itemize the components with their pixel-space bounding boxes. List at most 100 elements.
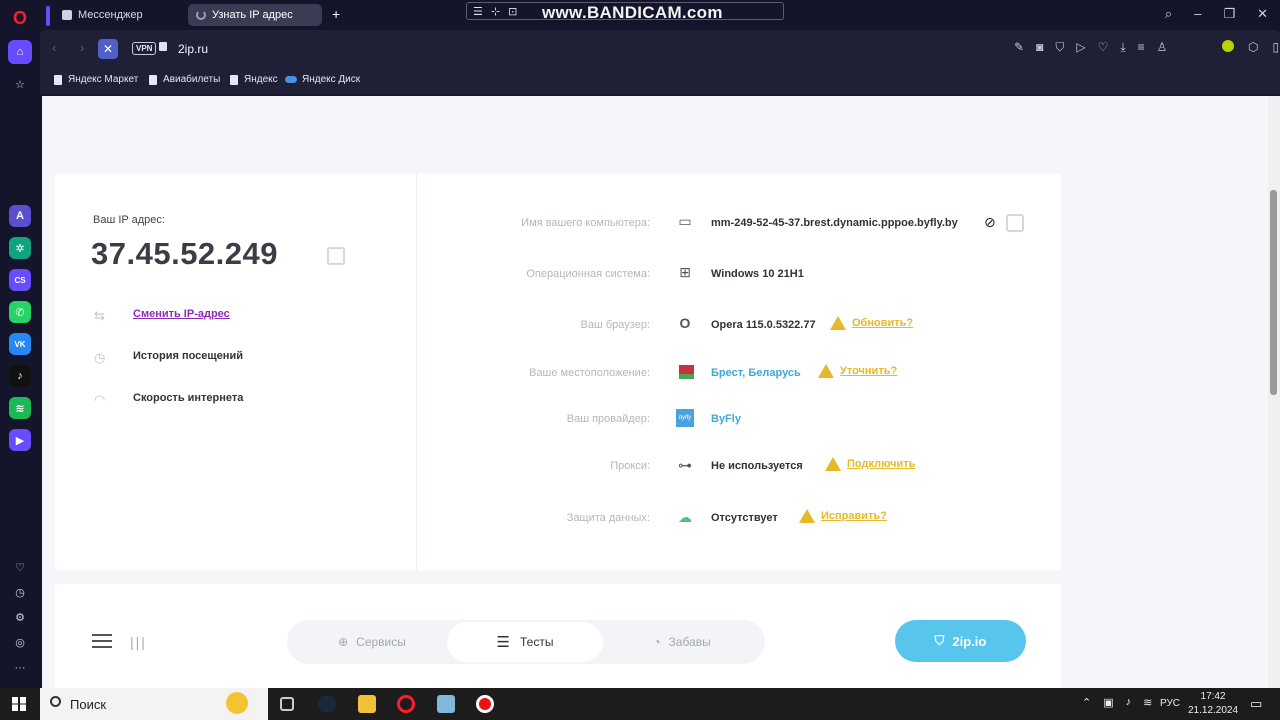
- notepad-icon[interactable]: [437, 695, 455, 713]
- minimize-icon[interactable]: –: [1194, 6, 1201, 22]
- system-tray: ⌃ ▣ ♪ ≋: [1082, 696, 1152, 709]
- hamburger-menu-icon[interactable]: [92, 634, 112, 648]
- tab-tests[interactable]: ☰ Тесты: [447, 622, 603, 662]
- sidebar-toggle-icon[interactable]: ▯: [1272, 40, 1279, 54]
- opera-taskbar-icon[interactable]: [397, 695, 415, 713]
- cube-icon[interactable]: ⬡: [1248, 40, 1258, 54]
- windows-start-icon[interactable]: [12, 697, 26, 711]
- tab-messenger[interactable]: Мессенджер: [54, 4, 182, 26]
- bookmark-item[interactable]: Яндекс: [230, 74, 278, 85]
- opera-icon: O: [679, 315, 691, 331]
- shield-icon[interactable]: ⛉: [1055, 40, 1064, 55]
- bookmark-label: Яндекс Маркет: [68, 74, 139, 85]
- stop-loading-button[interactable]: ✕: [98, 39, 118, 59]
- whatsapp-icon[interactable]: ✆: [9, 301, 31, 323]
- bookmark-item[interactable]: Яндекс Маркет: [54, 74, 138, 85]
- speaker-icon[interactable]: ♪: [1126, 696, 1132, 709]
- opera-logo-icon[interactable]: O: [8, 6, 32, 30]
- settings-icon[interactable]: ⚙: [8, 605, 32, 629]
- profile-icon[interactable]: ♙: [1157, 40, 1168, 55]
- change-ip-link[interactable]: Сменить IP-адрес: [133, 308, 230, 320]
- clock[interactable]: 17:42 21.12.2024: [1188, 690, 1238, 718]
- tiktok-icon[interactable]: ♪: [9, 365, 31, 387]
- extension-icon[interactable]: [1222, 40, 1234, 52]
- device-icon[interactable]: ▣: [1103, 696, 1113, 709]
- lock-icon[interactable]: [159, 42, 167, 51]
- aria-icon[interactable]: A: [9, 205, 31, 227]
- provider-value[interactable]: ByFly: [711, 413, 741, 425]
- download-icon[interactable]: ⤓: [1120, 40, 1125, 55]
- disk-icon: [285, 76, 297, 83]
- tab-ip[interactable]: Узнать IP адрес: [188, 4, 322, 26]
- history-icon[interactable]: ◷: [8, 580, 32, 604]
- scrollbar-thumb[interactable]: [1270, 190, 1277, 395]
- copy-icon[interactable]: [1006, 214, 1024, 232]
- search-tabs-icon[interactable]: ⌕: [1165, 6, 1172, 22]
- menu-icon[interactable]: ≡: [1138, 40, 1145, 55]
- columns-icon[interactable]: |||: [130, 634, 147, 650]
- clock-date: 21.12.2024: [1188, 705, 1239, 716]
- cs-icon[interactable]: CS: [9, 269, 31, 291]
- opera-sidebar: O ⌂ ☆ A ✲ CS ✆ VK ♪ ≋ ▶ ♡ ◷ ⚙ ◎ ···: [0, 0, 40, 688]
- home-icon[interactable]: ⌂: [8, 40, 32, 64]
- url-input[interactable]: 2ip.ru: [178, 42, 208, 56]
- vk-icon[interactable]: VK: [9, 333, 31, 355]
- fix-protection-link[interactable]: Исправить?: [799, 509, 887, 523]
- task-view-icon[interactable]: [280, 697, 294, 711]
- close-icon[interactable]: ✕: [1257, 6, 1268, 22]
- tab-label: Тесты: [520, 635, 554, 649]
- tab-services[interactable]: ⊕ Сервисы: [297, 622, 447, 662]
- web-page: Ваш IP адрес: 37.45.52.249 ⇆ Сменить IP-…: [42, 96, 1268, 688]
- chatgpt-icon[interactable]: ✲: [9, 237, 31, 259]
- heart-icon[interactable]: ♡: [8, 555, 32, 579]
- eye-hidden-icon[interactable]: ⊘: [984, 214, 996, 231]
- ip-info-card: Ваш IP адрес: 37.45.52.249 ⇆ Сменить IP-…: [55, 174, 1061, 570]
- steam-icon[interactable]: [318, 695, 336, 713]
- chevron-up-icon[interactable]: ⌃: [1082, 696, 1091, 709]
- notification-icon[interactable]: ▭: [1250, 696, 1262, 712]
- 2ip-io-button[interactable]: ⛉ 2ip.io: [895, 620, 1026, 662]
- crop-icon: ⊡: [508, 5, 518, 18]
- weather-sun-icon[interactable]: [226, 692, 248, 714]
- play-icon[interactable]: ▷: [1076, 40, 1085, 55]
- file-explorer-icon[interactable]: [358, 695, 376, 713]
- heart-icon[interactable]: ♡: [1098, 40, 1109, 55]
- spotify-icon[interactable]: ≋: [9, 397, 31, 419]
- menu-icon: ☰: [473, 5, 483, 18]
- globe-icon: ⊕: [338, 635, 349, 649]
- location-value[interactable]: Брест, Беларусь: [711, 367, 801, 379]
- tab-label: Мессенджер: [78, 9, 143, 21]
- bandicam-record-icon[interactable]: [476, 695, 494, 713]
- star-icon[interactable]: ☆: [8, 72, 32, 96]
- update-browser-link[interactable]: Обновить?: [830, 316, 913, 330]
- speed-link[interactable]: Скорость интернета: [133, 392, 243, 404]
- vpn-badge[interactable]: VPN: [132, 42, 157, 55]
- lightbulb-icon[interactable]: ◎: [8, 630, 32, 654]
- bandicam-watermark: www.BANDICAM.com: [542, 3, 723, 22]
- network-icon[interactable]: ≋: [1143, 696, 1152, 709]
- os-value: Windows 10 21H1: [711, 268, 804, 280]
- cta-label: 2ip.io: [952, 633, 987, 649]
- connect-proxy-link[interactable]: Подключить: [825, 457, 915, 471]
- more-icon[interactable]: ···: [8, 656, 32, 680]
- forward-icon[interactable]: ›: [80, 40, 84, 55]
- maximize-icon[interactable]: ❐: [1223, 6, 1235, 22]
- back-icon[interactable]: ‹: [52, 40, 56, 55]
- warning-icon: [830, 316, 846, 330]
- copy-icon[interactable]: [327, 247, 345, 265]
- window-controls: ⌕ – ❐ ✕: [1165, 6, 1268, 22]
- clarify-location-link[interactable]: Уточнить?: [818, 364, 897, 378]
- bookmark-item[interactable]: Авиабилеты: [149, 74, 220, 85]
- row-label: Защита данных:: [566, 512, 650, 524]
- grid-icon: ⊹: [490, 5, 501, 18]
- tab-fun[interactable]: ◔ Забавы: [607, 622, 757, 662]
- row-label: Ваш провайдер:: [566, 413, 650, 425]
- bottom-nav-card: ||| ⊕ Сервисы ☰ Тесты ◔ Забавы ⛉ 2ip.io: [55, 584, 1061, 688]
- camera-icon[interactable]: ◙: [1036, 40, 1043, 55]
- bookmark-item[interactable]: Яндекс Диск: [285, 74, 360, 85]
- history-link[interactable]: История посещений: [133, 350, 243, 362]
- language-indicator[interactable]: РУС: [1160, 698, 1180, 709]
- player-icon[interactable]: ▶: [9, 429, 31, 451]
- new-tab-button[interactable]: +: [332, 6, 340, 22]
- edit-icon[interactable]: ✎: [1014, 40, 1024, 55]
